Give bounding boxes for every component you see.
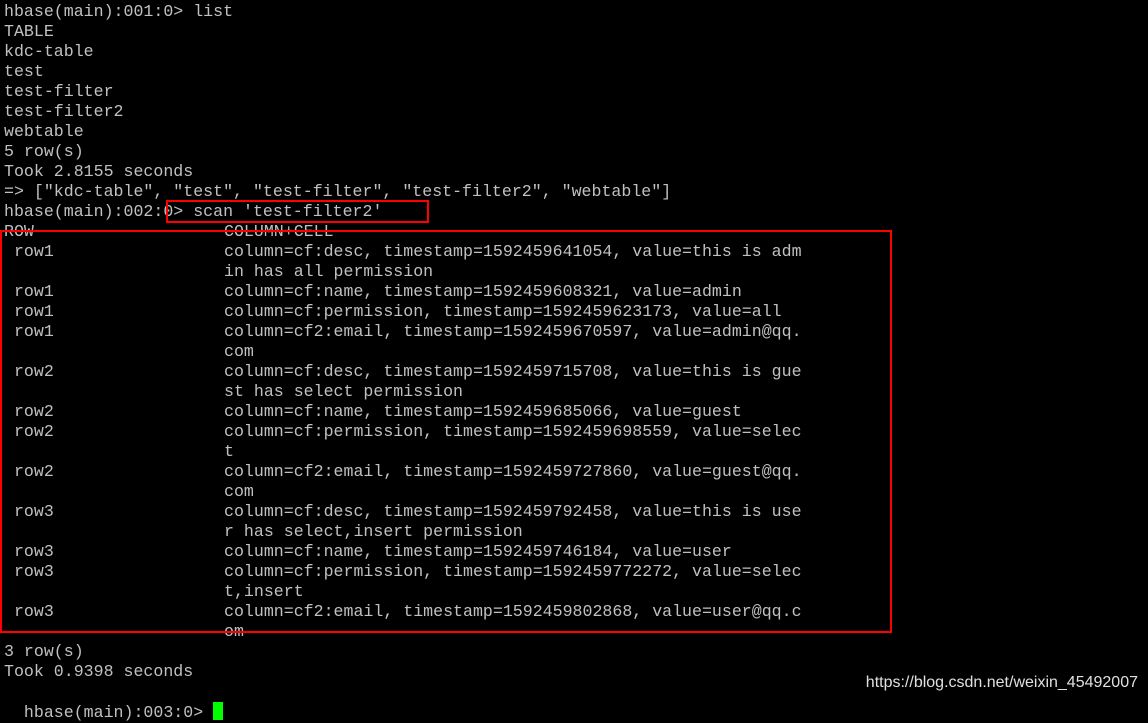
terminal-line: 3 row(s) [4, 642, 671, 662]
line-text: webtable [4, 122, 84, 141]
scan-command-highlight [166, 200, 429, 223]
terminal-line: Took 0.9398 seconds [4, 662, 671, 682]
terminal-line: 5 row(s) [4, 142, 671, 162]
line-text: Took 0.9398 seconds [4, 662, 194, 681]
line-text: kdc-table [4, 42, 94, 61]
terminal-line: => ["kdc-table", "test", "test-filter", … [4, 182, 671, 202]
terminal-line: Took 2.8155 seconds [4, 162, 671, 182]
line-text: test-filter2 [4, 102, 124, 121]
scan-result-highlight [0, 230, 892, 633]
terminal-line: kdc-table [4, 42, 671, 62]
line-text: 5 row(s) [4, 142, 84, 161]
command-prompt[interactable]: hbase(main):003:0> [4, 682, 224, 722]
terminal-line: test-filter2 [4, 102, 671, 122]
terminal-line: test-filter [4, 82, 671, 102]
text-cursor [213, 702, 224, 720]
terminal-line: test [4, 62, 671, 82]
terminal-line: TABLE [4, 22, 671, 42]
line-text: => ["kdc-table", "test", "test-filter", … [4, 182, 672, 201]
terminal-line: hbase(main):001:0> list [4, 2, 671, 22]
line-text: test-filter [4, 82, 114, 101]
line-text: 3 row(s) [4, 642, 84, 661]
terminal-line: webtable [4, 122, 671, 142]
line-text: Took 2.8155 seconds [4, 162, 194, 181]
prompt-text: hbase(main):003:0> [23, 703, 214, 722]
line-text: test [4, 62, 44, 81]
watermark: https://blog.csdn.net/weixin_45492007 [865, 674, 1138, 691]
line-text: TABLE [4, 22, 54, 41]
line-text: hbase(main):001:0> list [4, 2, 234, 21]
